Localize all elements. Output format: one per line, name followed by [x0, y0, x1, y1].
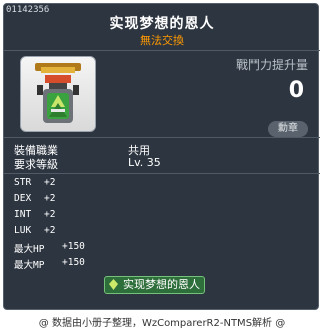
stat-value: +2	[44, 177, 56, 188]
medal-icon	[35, 63, 81, 123]
medal-name-tag-label: 实现梦想的恩人	[123, 278, 200, 291]
item-icon-frame	[20, 56, 96, 132]
item-tooltip: 01142356 实现梦想的恩人 無法交換 戰鬥力提升量 0 勳章 裝備職業 共…	[3, 3, 320, 310]
stat-label: 最大MP	[14, 260, 45, 271]
green-medal-icon	[109, 279, 118, 290]
trade-status: 無法交換	[140, 34, 184, 47]
stat-value: +2	[44, 209, 56, 220]
medal-name-tag: 实现梦想的恩人	[104, 276, 205, 294]
stat-value: +2	[44, 193, 56, 204]
stat-value: +150	[62, 241, 85, 252]
footer-credit: @ 数据由小册子整理，WzComparerR2-NTMS解析 @	[38, 318, 286, 329]
stat-value: +150	[62, 257, 85, 268]
stat-value: +2	[44, 225, 56, 236]
stat-label: STR	[14, 177, 32, 188]
item-name: 实现梦想的恩人	[109, 16, 215, 32]
stat-label: DEX	[14, 193, 32, 204]
divider	[4, 50, 320, 51]
medal-button[interactable]: 勳章	[268, 121, 308, 137]
stat-label: 最大HP	[14, 244, 45, 255]
divider	[4, 137, 320, 138]
stat-label: LUK	[14, 225, 32, 236]
divider	[4, 173, 320, 174]
req-level-label: 要求等級	[14, 158, 58, 171]
req-level-value: Lv. 35	[128, 156, 161, 169]
stat-label: INT	[14, 209, 32, 220]
combat-power-value: 0	[288, 78, 304, 103]
combat-power-label: 戰鬥力提升量	[235, 58, 308, 72]
